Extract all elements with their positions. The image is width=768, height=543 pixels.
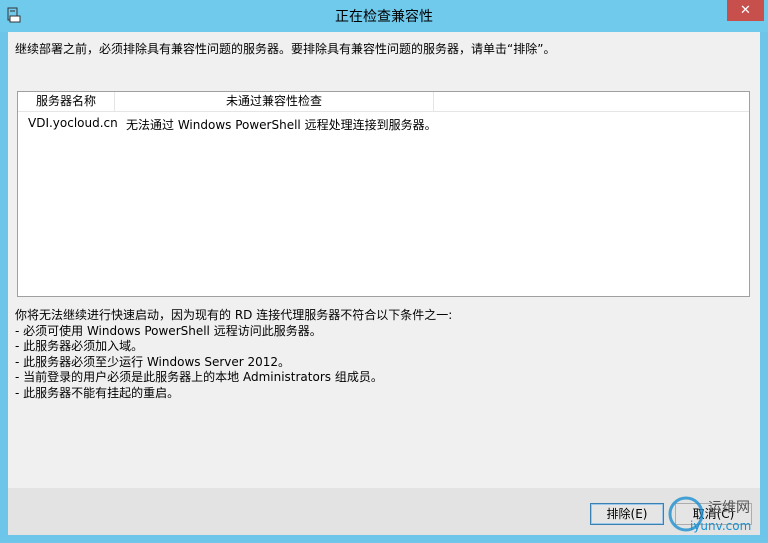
condition-item: - 此服务器必须至少运行 Windows Server 2012。 bbox=[15, 354, 291, 369]
column-header-server-name[interactable]: 服务器名称 bbox=[18, 92, 115, 111]
instruction-text: 继续部署之前，必须排除具有兼容性问题的服务器。要排除具有兼容性问题的服务器，请单… bbox=[15, 42, 556, 56]
server-name-cell: VDI.yocloud.cn bbox=[28, 116, 118, 130]
issue-cell: 无法通过 Windows PowerShell 远程处理连接到服务器。 bbox=[126, 118, 437, 132]
conditions-intro: 你将无法继续进行快速启动，因为现有的 RD 连接代理服务器不符合以下条件之一: bbox=[15, 308, 453, 322]
button-bar: 排除(E) 取消(C) bbox=[8, 488, 760, 535]
server-list[interactable]: 服务器名称 未通过兼容性检查 VDI.yocloud.cn 无法通过 Windo… bbox=[17, 91, 750, 297]
exclude-button[interactable]: 排除(E) bbox=[590, 503, 664, 525]
watermark-text-cn: 运维网 bbox=[708, 500, 750, 516]
window-title: 正在检查兼容性 bbox=[335, 9, 433, 25]
table-row[interactable]: VDI.yocloud.cn 无法通过 Windows PowerShell 远… bbox=[18, 114, 749, 132]
conditions-text: 你将无法继续进行快速启动，因为现有的 RD 连接代理服务器不符合以下条件之一: … bbox=[15, 308, 452, 402]
watermark-logo: 运维网 iyunv.com bbox=[668, 496, 751, 533]
condition-item: - 此服务器不能有挂起的重启。 bbox=[15, 385, 180, 400]
title-bar: 正在检查兼容性 ✕ bbox=[0, 0, 768, 32]
column-header-failed-check[interactable]: 未通过兼容性检查 bbox=[115, 92, 434, 111]
close-button[interactable]: ✕ bbox=[727, 0, 764, 21]
dialog-body: 继续部署之前，必须排除具有兼容性问题的服务器。要排除具有兼容性问题的服务器，请单… bbox=[8, 32, 760, 535]
list-header: 服务器名称 未通过兼容性检查 bbox=[18, 92, 749, 112]
column-header-empty[interactable] bbox=[434, 92, 749, 111]
condition-item: - 必须可使用 Windows PowerShell 远程访问此服务器。 bbox=[15, 323, 322, 338]
condition-item: - 此服务器必须加入域。 bbox=[15, 339, 144, 354]
watermark-text-en: iyunv.com bbox=[690, 519, 751, 533]
close-icon: ✕ bbox=[740, 3, 751, 18]
condition-item: - 当前登录的用户必须是此服务器上的本地 Administrators 组成员。 bbox=[15, 370, 383, 385]
